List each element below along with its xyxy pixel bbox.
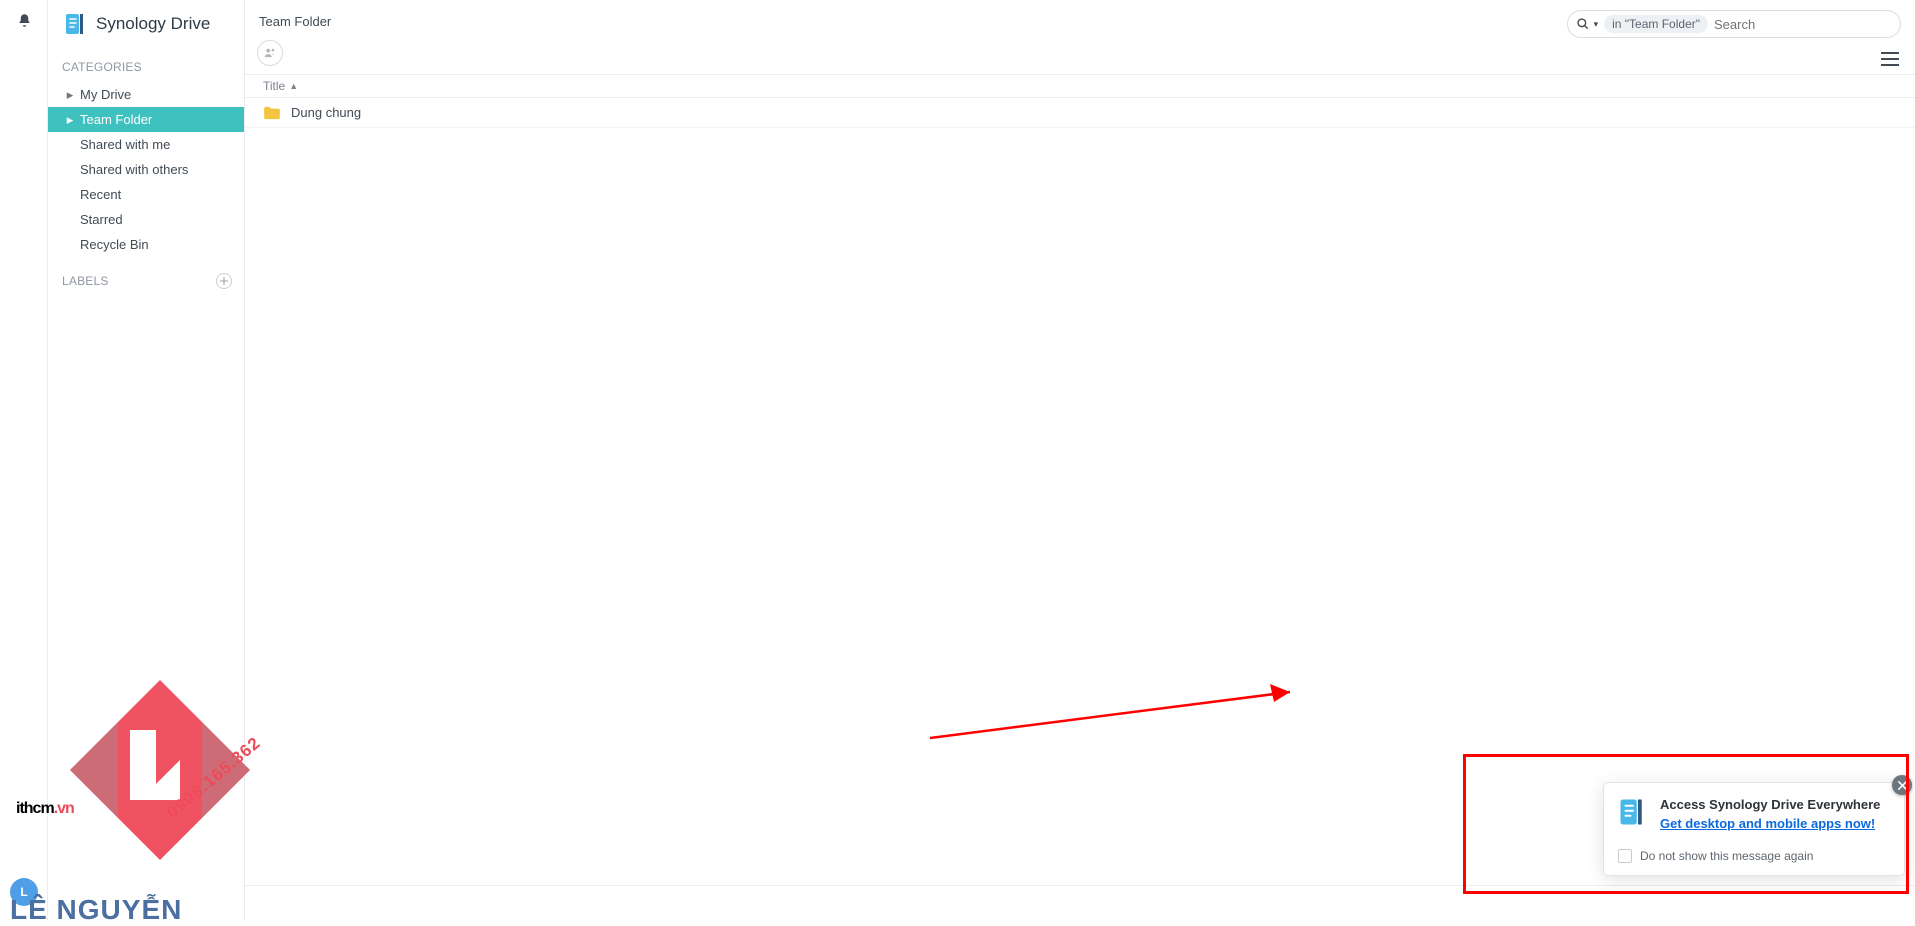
folder-icon	[263, 106, 281, 120]
list-header[interactable]: Title ▲	[245, 74, 1915, 98]
search-scope-chip[interactable]: in "Team Folder"	[1604, 15, 1708, 33]
sidebar: Synology Drive CATEGORIES ▸ My Drive ▸ T…	[48, 0, 245, 920]
sidebar-item-recent[interactable]: Recent	[48, 182, 244, 207]
sidebar-item-label: Starred	[80, 212, 123, 227]
promo-card: Access Synology Drive Everywhere Get des…	[1603, 782, 1905, 876]
topbar: Team Folder ▾ in "Team Folder"	[245, 0, 1915, 66]
caret-right-icon: ▸	[66, 112, 74, 128]
app-title: Synology Drive	[96, 14, 210, 34]
sidebar-item-recycle-bin[interactable]: Recycle Bin	[48, 232, 244, 257]
user-avatar[interactable]: L	[10, 878, 38, 906]
promo-app-icon	[1618, 797, 1648, 827]
search-icon	[1576, 17, 1590, 31]
sidebar-item-shared-with-me[interactable]: Shared with me	[48, 132, 244, 157]
sidebar-item-team-folder[interactable]: ▸ Team Folder	[48, 107, 244, 132]
sidebar-item-label: Recycle Bin	[80, 237, 149, 252]
search-dropdown-caret[interactable]: ▾	[1594, 19, 1599, 30]
search-input[interactable]	[1714, 17, 1890, 32]
row-name: Dung chung	[291, 105, 361, 120]
sidebar-item-label: Team Folder	[80, 112, 152, 127]
sidebar-item-label: Shared with others	[80, 162, 188, 177]
search-box[interactable]: ▾ in "Team Folder"	[1567, 10, 1901, 38]
sort-asc-icon: ▲	[289, 81, 298, 91]
sidebar-item-starred[interactable]: Starred	[48, 207, 244, 232]
section-labels-text: LABELS	[62, 274, 109, 288]
breadcrumb[interactable]: Team Folder	[259, 10, 331, 29]
sidebar-item-label: Recent	[80, 187, 121, 202]
section-categories: CATEGORIES	[48, 44, 244, 82]
sidebar-item-shared-with-others[interactable]: Shared with others	[48, 157, 244, 182]
bell-icon	[17, 13, 32, 28]
members-button[interactable]	[257, 40, 283, 66]
promo-close-button[interactable]	[1892, 775, 1912, 795]
column-title: Title	[263, 79, 285, 93]
plus-icon	[220, 277, 228, 285]
app-logo-icon	[64, 12, 88, 36]
section-labels: LABELS	[48, 257, 244, 297]
promo-checkbox-label: Do not show this message again	[1640, 849, 1813, 863]
hamburger-icon	[1881, 52, 1899, 66]
promo-link[interactable]: Get desktop and mobile apps now!	[1660, 816, 1875, 831]
table-row[interactable]: Dung chung	[245, 98, 1915, 128]
add-label-button[interactable]	[216, 273, 232, 289]
app-brand[interactable]: Synology Drive	[48, 0, 244, 44]
promo-title: Access Synology Drive Everywhere	[1660, 797, 1880, 812]
sidebar-item-label: My Drive	[80, 87, 131, 102]
close-icon	[1898, 781, 1907, 790]
people-icon	[263, 46, 277, 60]
promo-checkbox[interactable]	[1618, 849, 1632, 863]
notifications-button[interactable]	[0, 0, 48, 40]
view-menu-button[interactable]	[1873, 42, 1907, 76]
sidebar-item-my-drive[interactable]: ▸ My Drive	[48, 82, 244, 107]
caret-right-icon: ▸	[66, 87, 74, 103]
divider	[245, 885, 1915, 886]
left-rail: L	[0, 0, 48, 920]
sidebar-item-label: Shared with me	[80, 137, 170, 152]
